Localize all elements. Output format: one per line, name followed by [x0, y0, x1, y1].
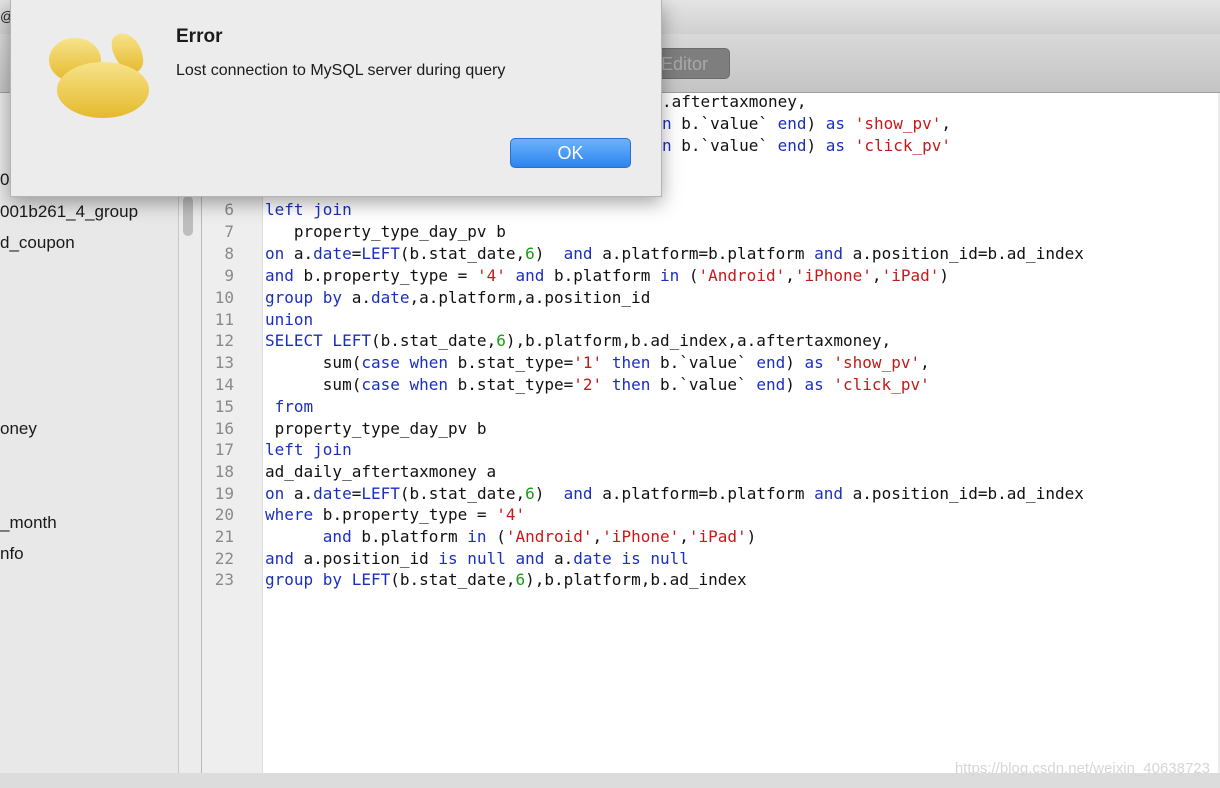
code-line: n b.`value` end) as 'click_pv': [662, 136, 952, 155]
line-number: 11: [214, 310, 234, 329]
line-number: 9: [224, 266, 234, 285]
code-line: from: [274, 397, 314, 416]
ok-button[interactable]: OK: [510, 138, 631, 168]
code-line: left join: [265, 440, 352, 459]
line-number: 22: [214, 549, 234, 568]
line-number: 20: [214, 505, 234, 524]
code-line: ad_daily_aftertaxmoney a: [265, 462, 497, 481]
line-number: 7: [224, 222, 234, 241]
code-line: n b.`value` end) as 'show_pv',: [662, 114, 952, 133]
line-number: 16: [214, 419, 234, 438]
dialog-title: Error: [176, 26, 223, 47]
line-number: 21: [214, 527, 234, 546]
code-line: property_type_day_pv b: [265, 419, 487, 438]
code-line: and b.property_type = '4' and b.platform…: [265, 266, 949, 285]
error-dialog: Error Lost connection to MySQL server du…: [10, 0, 662, 197]
code-line: and b.platform in ('Android','iPhone','i…: [322, 527, 757, 546]
line-number: 23: [214, 570, 234, 589]
code-line: where b.property_type = '4': [265, 505, 526, 524]
sidebar-item[interactable]: 0: [0, 170, 9, 190]
line-number: 17: [214, 440, 234, 459]
code-line: sum(case when b.stat_type='2' then b.`va…: [265, 375, 930, 394]
sidebar-item[interactable]: oney: [0, 419, 37, 439]
code-line: property_type_day_pv b: [265, 222, 506, 241]
code-line: SELECT LEFT(b.stat_date,6),b.platform,b.…: [265, 331, 892, 350]
code-line: left join: [265, 200, 352, 219]
line-number: 18: [214, 462, 234, 481]
sidebar-item[interactable]: _month: [0, 513, 57, 533]
code-line: sum(case when b.stat_type='1' then b.`va…: [265, 353, 930, 372]
line-number: 19: [214, 484, 234, 503]
sidebar-item[interactable]: d_coupon: [0, 233, 75, 253]
sidebar-item[interactable]: 001b261_4_group: [0, 202, 138, 222]
navicat-app-icon: [49, 33, 149, 118]
code-line: group by a.date,a.platform,a.position_id: [265, 288, 651, 307]
line-number: 10: [214, 288, 234, 307]
line-number: 13: [214, 353, 234, 372]
line-number: 8: [224, 244, 234, 263]
sidebar-item[interactable]: nfo: [0, 544, 24, 564]
code-line: on a.date=LEFT(b.stat_date,6) and a.plat…: [265, 244, 1084, 263]
sidebar-scrollbar[interactable]: [183, 196, 193, 236]
dialog-message: Lost connection to MySQL server during q…: [176, 62, 506, 79]
code-line: and a.position_id is null and a.date is …: [265, 549, 689, 568]
line-number: 15: [214, 397, 234, 416]
watermark: https://blog.csdn.net/weixin_40638723: [954, 760, 1210, 777]
line-number: 6: [224, 200, 234, 219]
line-number: 14: [214, 375, 234, 394]
code-line: union: [265, 310, 314, 329]
code-line: on a.date=LEFT(b.stat_date,6) and a.plat…: [265, 484, 1084, 503]
line-number: 12: [214, 331, 234, 350]
code-line: group by LEFT(b.stat_date,6),b.platform,…: [265, 570, 747, 589]
code-line: .aftertaxmoney,: [662, 92, 807, 111]
